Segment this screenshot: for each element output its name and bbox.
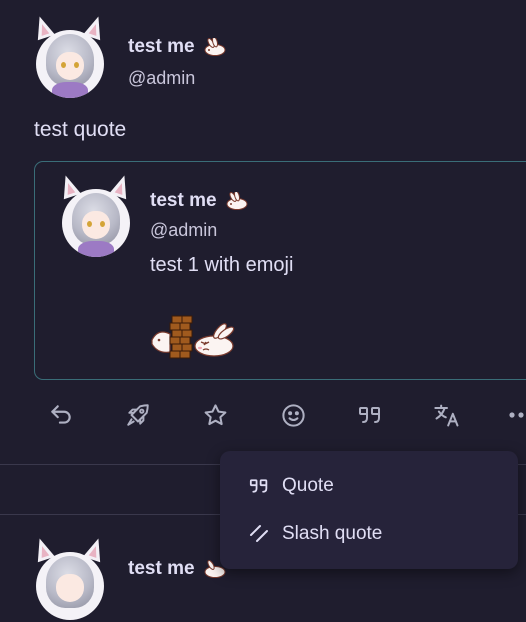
menu-item-quote[interactable]: Quote xyxy=(248,472,334,500)
bunny-emoji-icon xyxy=(204,37,226,56)
more-icon[interactable] xyxy=(508,401,526,429)
bunny-emoji-icon xyxy=(226,191,248,210)
quote-menu: Quote Slash quote xyxy=(220,451,518,569)
quoted-post-display-name-text: test me xyxy=(150,190,217,211)
bunny-wall-emoji-icon xyxy=(151,315,193,359)
menu-item-slash-quote[interactable]: Slash quote xyxy=(248,520,382,548)
quoted-post-avatar[interactable] xyxy=(57,172,133,259)
quoted-post-display-name[interactable]: test me xyxy=(150,190,248,212)
renote-rocket-icon[interactable] xyxy=(124,401,152,429)
emoji-reaction-icon[interactable] xyxy=(279,401,307,429)
post-text: test quote xyxy=(34,118,127,141)
post-handle[interactable]: @admin xyxy=(128,68,195,89)
menu-item-quote-label: Quote xyxy=(282,475,334,496)
quote-icon[interactable] xyxy=(356,401,384,429)
star-icon[interactable] xyxy=(201,401,229,429)
quoted-post-handle[interactable]: @admin xyxy=(150,220,217,241)
translate-icon[interactable] xyxy=(433,401,461,429)
slash-icon xyxy=(248,523,270,545)
quoted-post-text: test 1 with emoji xyxy=(150,254,294,276)
post-avatar[interactable] xyxy=(31,13,107,100)
next-post-avatar[interactable] xyxy=(31,535,107,622)
quote-icon xyxy=(248,475,270,497)
reply-icon[interactable] xyxy=(47,401,75,429)
next-post-display-name[interactable]: test me xyxy=(128,558,226,580)
menu-item-slash-quote-label: Slash quote xyxy=(282,523,383,544)
angry-bunny-emoji-icon xyxy=(194,323,235,357)
post-display-name[interactable]: test me xyxy=(128,36,226,58)
post-display-name-text: test me xyxy=(128,36,195,57)
